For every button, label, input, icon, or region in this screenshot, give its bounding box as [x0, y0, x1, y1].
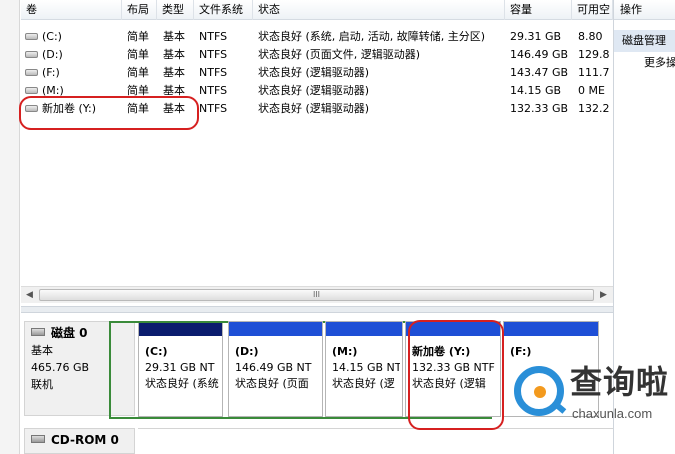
logical-drive-bar	[504, 322, 598, 336]
volume-free: 8.80	[578, 30, 603, 43]
actions-section-disk-management[interactable]: 磁盘管理	[614, 30, 675, 52]
column-header-layout[interactable]: 布局	[122, 0, 157, 20]
hard-disk-icon	[31, 327, 45, 336]
partition-size: 14.15 GB NT	[332, 361, 400, 374]
volume-layout: 简单	[127, 66, 149, 79]
drive-icon	[25, 32, 38, 40]
volume-free: 129.8	[578, 48, 610, 61]
partition-size: 132.33 GB NTF	[412, 361, 495, 374]
volume-free: 111.7	[578, 66, 610, 79]
volume-type: 基本	[163, 102, 185, 115]
volume-capacity: 132.33 GB	[510, 102, 569, 115]
volume-name: (M:)	[42, 84, 64, 97]
volume-capacity: 143.47 GB	[510, 66, 569, 79]
partition-name: 新加卷 (Y:)	[412, 345, 471, 358]
partition-name: (F:)	[510, 345, 532, 358]
column-header-capacity[interactable]: 容量	[505, 0, 572, 20]
drive-icon	[25, 68, 38, 76]
volume-row-y[interactable]: 新加卷 (Y:) 简单 基本 NTFS 状态良好 (逻辑驱动器) 132.33 …	[21, 100, 613, 118]
volume-row-f[interactable]: (F:) 简单 基本 NTFS 状态良好 (逻辑驱动器) 143.47 GB 1…	[21, 64, 613, 82]
volume-list: 卷 布局 类型 文件系统 状态 容量 可用空 (C:) 简单 基本 NTFS 状…	[21, 0, 634, 306]
volume-filesystem: NTFS	[199, 48, 228, 61]
volume-free: 0 ME	[578, 84, 605, 97]
scrollbar-thumb[interactable]: III	[39, 289, 594, 301]
volume-filesystem: NTFS	[199, 84, 228, 97]
volume-layout: 简单	[127, 84, 149, 97]
volume-name: (C:)	[42, 30, 62, 43]
volume-capacity: 14.15 GB	[510, 84, 562, 97]
logical-drive-bar	[326, 322, 402, 336]
scroll-right-arrow-icon[interactable]: ▶	[595, 287, 612, 304]
actions-title: 操作	[614, 0, 675, 20]
column-header-status[interactable]: 状态	[253, 0, 505, 20]
left-navigation-strip	[0, 0, 20, 454]
partition-name: (M:)	[332, 345, 358, 358]
cdrom-0-info[interactable]: CD-ROM 0	[24, 428, 135, 454]
volume-status: 状态良好 (逻辑驱动器)	[258, 66, 370, 79]
volume-status: 状态良好 (逻辑驱动器)	[258, 84, 370, 97]
volume-filesystem: NTFS	[199, 66, 228, 79]
watermark: 查询啦 chaxunla.com	[510, 360, 675, 435]
volume-layout: 简单	[127, 48, 149, 61]
volume-free: 132.2	[578, 102, 610, 115]
volume-capacity: 29.31 GB	[510, 30, 562, 43]
watermark-en-text: chaxunla.com	[572, 406, 653, 421]
watermark-cn-text: 查询啦	[570, 363, 670, 401]
volume-row-d[interactable]: (D:) 简单 基本 NTFS 状态良好 (页面文件, 逻辑驱动器) 146.4…	[21, 46, 613, 64]
scroll-left-arrow-icon[interactable]: ◀	[21, 287, 38, 304]
volume-type: 基本	[163, 66, 185, 79]
volume-name: (F:)	[42, 66, 60, 79]
partition-status: 状态良好 (逻辑	[412, 377, 486, 390]
cdrom-title: CD-ROM 0	[51, 433, 119, 447]
volume-list-header: 卷 布局 类型 文件系统 状态 容量 可用空	[21, 0, 613, 20]
volume-layout: 简单	[127, 102, 149, 115]
volume-status: 状态良好 (页面文件, 逻辑驱动器)	[258, 48, 421, 61]
partition-status: 状态良好 (逻	[332, 377, 395, 390]
volume-type: 基本	[163, 84, 185, 97]
column-header-type[interactable]: 类型	[157, 0, 194, 20]
volume-name: (D:)	[42, 48, 63, 61]
disk-title: 磁盘 0	[51, 326, 88, 340]
volume-name: 新加卷 (Y:)	[42, 102, 97, 115]
drive-icon	[25, 104, 38, 112]
volume-row-c[interactable]: (C:) 简单 基本 NTFS 状态良好 (系统, 启动, 活动, 故障转储, …	[21, 28, 613, 46]
volume-status: 状态良好 (逻辑驱动器)	[258, 102, 370, 115]
volume-filesystem: NTFS	[199, 102, 228, 115]
partition-m[interactable]: (M:) 14.15 GB NT 状态良好 (逻	[325, 321, 403, 417]
cdrom-icon	[31, 434, 45, 443]
drive-icon	[25, 50, 38, 58]
partition-status: 状态良好 (页面	[235, 377, 309, 390]
column-header-free[interactable]: 可用空	[572, 0, 613, 20]
partition-size: 146.49 GB NT	[235, 361, 312, 374]
logical-drive-bar	[229, 322, 322, 336]
column-header-volume[interactable]: 卷	[21, 0, 122, 20]
volume-type: 基本	[163, 48, 185, 61]
pane-splitter[interactable]	[21, 306, 613, 313]
volume-layout: 简单	[127, 30, 149, 43]
logical-drive-bar	[406, 322, 500, 336]
partition-y[interactable]: 新加卷 (Y:) 132.33 GB NTF 状态良好 (逻辑	[405, 321, 501, 417]
volume-filesystem: NTFS	[199, 30, 228, 43]
partition-d[interactable]: (D:) 146.49 GB NT 状态良好 (页面	[228, 321, 323, 417]
drive-icon	[25, 86, 38, 94]
column-header-filesystem[interactable]: 文件系统	[194, 0, 253, 20]
more-actions-link[interactable]: 更多操	[614, 52, 675, 74]
volume-row-m[interactable]: (M:) 简单 基本 NTFS 状态良好 (逻辑驱动器) 14.15 GB 0 …	[21, 82, 613, 100]
horizontal-scrollbar[interactable]: ◀ III ▶	[21, 286, 613, 303]
volume-status: 状态良好 (系统, 启动, 活动, 故障转储, 主分区)	[258, 30, 486, 43]
volume-capacity: 146.49 GB	[510, 48, 569, 61]
volume-type: 基本	[163, 30, 185, 43]
magnifier-handle-icon	[551, 400, 567, 414]
partition-name: (D:)	[235, 345, 259, 358]
disk-management-window: 卷 布局 类型 文件系统 状态 容量 可用空 (C:) 简单 基本 NTFS 状…	[0, 0, 675, 454]
